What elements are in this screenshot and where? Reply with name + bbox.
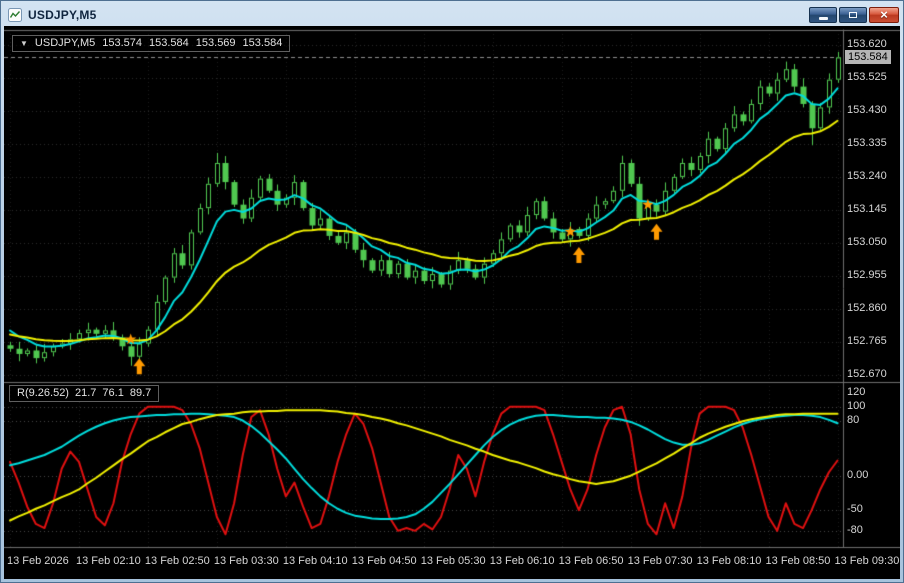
restore-button[interactable]: [839, 7, 867, 23]
indicator-value-2: 76.1: [102, 387, 124, 399]
window-title: USDJPY,M5: [28, 8, 97, 22]
minimize-button[interactable]: [809, 7, 837, 23]
restore-icon: [849, 12, 857, 18]
ohlc-close: 153.584: [242, 37, 283, 49]
time-axis-label: 13 Feb 07:30: [627, 555, 693, 567]
minimize-icon: [818, 17, 828, 20]
ohlc-low: 153.569: [195, 37, 236, 49]
current-price-label: 153.584: [845, 49, 891, 64]
time-axis-label: 13 Feb 02:10: [75, 555, 141, 567]
time-axis-label: 13 Feb 08:50: [765, 555, 831, 567]
chart-icon: [8, 8, 22, 22]
time-axis[interactable]: 13 Feb 2026 13 Feb 02:10 13 Feb 02:50 13 Fe…: [4, 26, 900, 579]
chart-area: 153.620 153.525 153.430 153.335 153.240 153.1…: [4, 26, 900, 579]
close-icon: ×: [880, 7, 888, 22]
titlebar[interactable]: USDJPY,M5 ×: [4, 4, 900, 26]
app-icon[interactable]: [7, 7, 23, 23]
time-axis-label: 13 Feb 06:50: [558, 555, 624, 567]
ohlc-symbol: USDJPY,M5: [34, 37, 96, 49]
ohlc-open: 153.574: [102, 37, 143, 49]
time-axis-label: 13 Feb 04:50: [351, 555, 417, 567]
indicator-value-3: 89.7: [129, 387, 152, 399]
time-axis-label: 13 Feb 06:10: [489, 555, 555, 567]
time-axis-label: 13 Feb 04:10: [282, 555, 348, 567]
ohlc-info: ▼ USDJPY,M5 153.574 153.584 153.569 153.…: [12, 35, 291, 52]
indicator-label: R(9.26.52) 21.7 76.1 89.7: [9, 385, 160, 402]
time-axis-label: 13 Feb 05:30: [420, 555, 486, 567]
time-axis-label: 13 Feb 09:30: [834, 555, 900, 567]
ohlc-high: 153.584: [149, 37, 189, 49]
indicator-name: R(9.26.52): [17, 387, 69, 399]
mt-chart-window: USDJPY,M5 × 153.620 153.525 153.430 153.335…: [0, 0, 904, 583]
close-button[interactable]: ×: [869, 7, 899, 23]
time-axis-label: 13 Feb 2026: [7, 555, 69, 567]
symbol-dropdown-icon[interactable]: ▼: [20, 39, 28, 48]
time-axis-label: 13 Feb 08:10: [696, 555, 762, 567]
time-axis-label: 13 Feb 03:30: [213, 555, 279, 567]
time-axis-label: 13 Feb 02:50: [144, 555, 210, 567]
window-controls: ×: [807, 7, 899, 23]
indicator-value-1: 21.7: [74, 387, 97, 399]
